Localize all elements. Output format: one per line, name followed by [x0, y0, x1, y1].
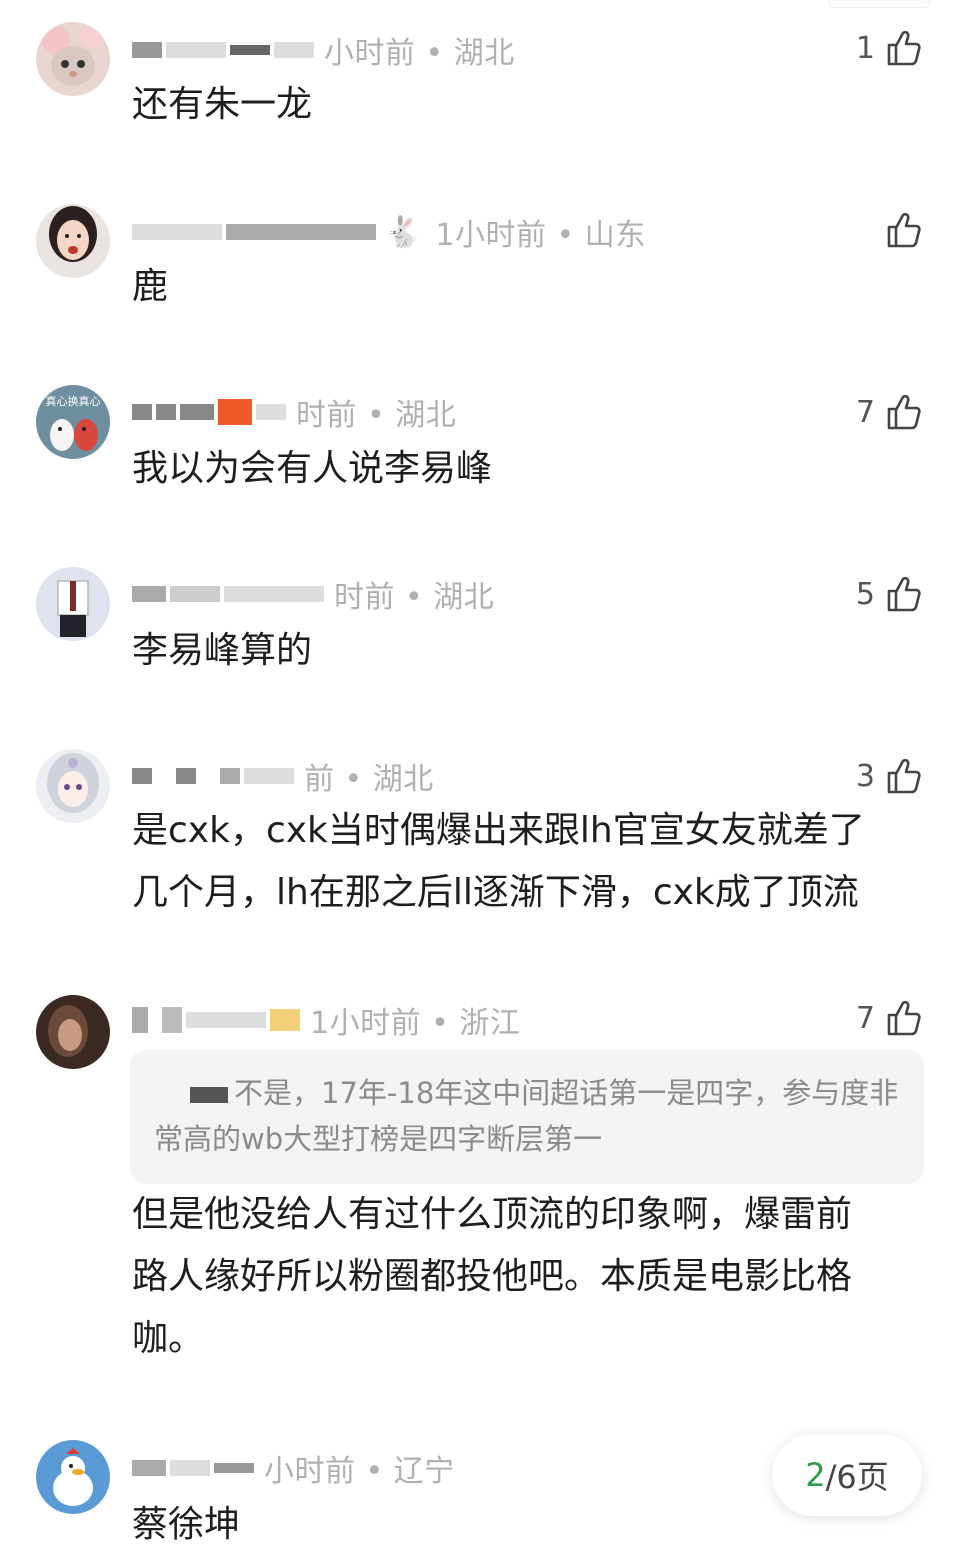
comment-time-location: 小时前 • 湖北	[324, 36, 515, 71]
username-blur	[132, 404, 152, 420]
comment-meta: 前 • 湖北	[132, 756, 434, 797]
thumbs-up-icon	[887, 758, 921, 794]
comment-text-line: 几个月，lh在那之后ll逐渐下滑，cxk成了顶流	[132, 872, 859, 913]
thumbs-up-icon	[887, 1000, 921, 1036]
username-blur	[132, 42, 162, 58]
thumbs-up-icon	[887, 576, 921, 612]
current-page: 2	[805, 1456, 826, 1494]
username-blur	[180, 404, 214, 420]
like-count: 3	[855, 758, 875, 794]
username-blur	[132, 768, 152, 784]
comment-text-line: 路人缘好所以粉圈都投他吧。本质是电影比格	[132, 1256, 853, 1297]
comment-time-location: 小时前 • 辽宁	[264, 1454, 455, 1489]
username-blur	[256, 404, 286, 420]
top-tab-fragment	[828, 0, 930, 8]
comment-text: 但是他没给人有过什么顶流的印象啊，爆雷前 路人缘好所以粉圈都投他吧。本质是电影比…	[132, 1184, 922, 1370]
username-blur	[132, 1007, 148, 1033]
username-blur	[132, 224, 222, 240]
comment-text: 李易峰算的	[132, 630, 313, 671]
comment-text: 还有朱一龙	[132, 84, 313, 125]
username-blur	[274, 42, 314, 58]
username-blur	[244, 768, 294, 784]
like-count: 7	[855, 1000, 875, 1036]
like-button[interactable]: 7	[856, 998, 923, 1038]
username-blur	[186, 1012, 266, 1028]
username-blur	[162, 1007, 182, 1033]
like-button[interactable]: 1	[856, 28, 923, 68]
thumbs-up-icon	[887, 212, 921, 248]
comment-text-line: 咖。	[132, 1318, 205, 1359]
avatar[interactable]	[36, 749, 110, 823]
comment-text: 我以为会有人说李易峰	[132, 448, 493, 489]
avatar[interactable]	[36, 22, 110, 96]
username-blur	[166, 42, 226, 58]
username-blur	[132, 586, 166, 602]
like-button[interactable]	[875, 210, 923, 250]
thumbs-up-icon	[887, 30, 921, 66]
comment-text: 是cxk，cxk当时偶爆出来跟lh官宣女友就差了 几个月，lh在那之后ll逐渐下…	[132, 800, 922, 924]
username-blur	[156, 404, 176, 420]
like-button[interactable]: 3	[856, 756, 923, 796]
avatar[interactable]	[36, 995, 110, 1069]
username-blur	[218, 399, 252, 425]
comment-time-location: 1小时前 • 浙江	[310, 1006, 521, 1041]
username-blur	[220, 768, 240, 784]
thumbs-up-icon	[887, 394, 921, 430]
comment-meta: 1小时前 • 浙江	[132, 1000, 521, 1041]
like-count: 1	[855, 30, 875, 66]
comment-meta: 🐇 1小时前 • 山东	[132, 212, 646, 253]
username-blur	[224, 586, 324, 602]
avatar[interactable]	[36, 204, 110, 278]
comment-text-line: 但是他没给人有过什么顶流的印象啊，爆雷前	[132, 1194, 853, 1235]
comment-time-location: 时前 • 湖北	[334, 580, 495, 615]
total-pages: /6页	[825, 1458, 889, 1496]
comment-meta: 小时前 • 湖北	[132, 30, 515, 71]
avatar[interactable]	[36, 567, 110, 641]
avatar[interactable]: 真心换真心	[36, 385, 110, 459]
comment-time-location: 前 • 湖北	[304, 762, 434, 797]
username-blur	[190, 1087, 228, 1103]
comment-meta: 时前 • 湖北	[132, 574, 495, 615]
comment-meta: 时前 • 湖北	[132, 392, 457, 433]
like-count: 5	[855, 576, 875, 612]
quoted-reply-text: 不是，17年-18年这中间超话第一是四字，参与度非常高的wb大型打榜是四字断层第…	[154, 1076, 899, 1156]
comment-time-location: 时前 • 湖北	[296, 398, 457, 433]
username-blur	[132, 1460, 166, 1476]
comment-text-line: 是cxk，cxk当时偶爆出来跟lh官宣女友就差了	[132, 810, 865, 851]
svg-text:真心换真心: 真心换真心	[46, 394, 101, 408]
username-blur	[176, 768, 196, 784]
comment-time-location: 1小时前 • 山东	[435, 218, 646, 253]
username-blur	[270, 1009, 300, 1031]
like-button[interactable]: 5	[856, 574, 923, 614]
comment-meta: 小时前 • 辽宁	[132, 1448, 455, 1489]
username-blur	[214, 1463, 254, 1473]
comment-text: 鹿	[132, 266, 169, 307]
avatar[interactable]	[36, 1440, 110, 1514]
like-count: 7	[855, 394, 875, 430]
username-blur	[230, 45, 270, 55]
username-blur	[170, 586, 220, 602]
username-blur	[226, 224, 376, 240]
rabbit-icon: 🐇	[384, 214, 422, 250]
like-button[interactable]: 7	[856, 392, 923, 432]
username-blur	[170, 1460, 210, 1476]
page-indicator[interactable]: 2/6页	[772, 1434, 922, 1516]
quoted-reply[interactable]: 不是，17年-18年这中间超话第一是四字，参与度非常高的wb大型打榜是四字断层第…	[130, 1050, 924, 1184]
